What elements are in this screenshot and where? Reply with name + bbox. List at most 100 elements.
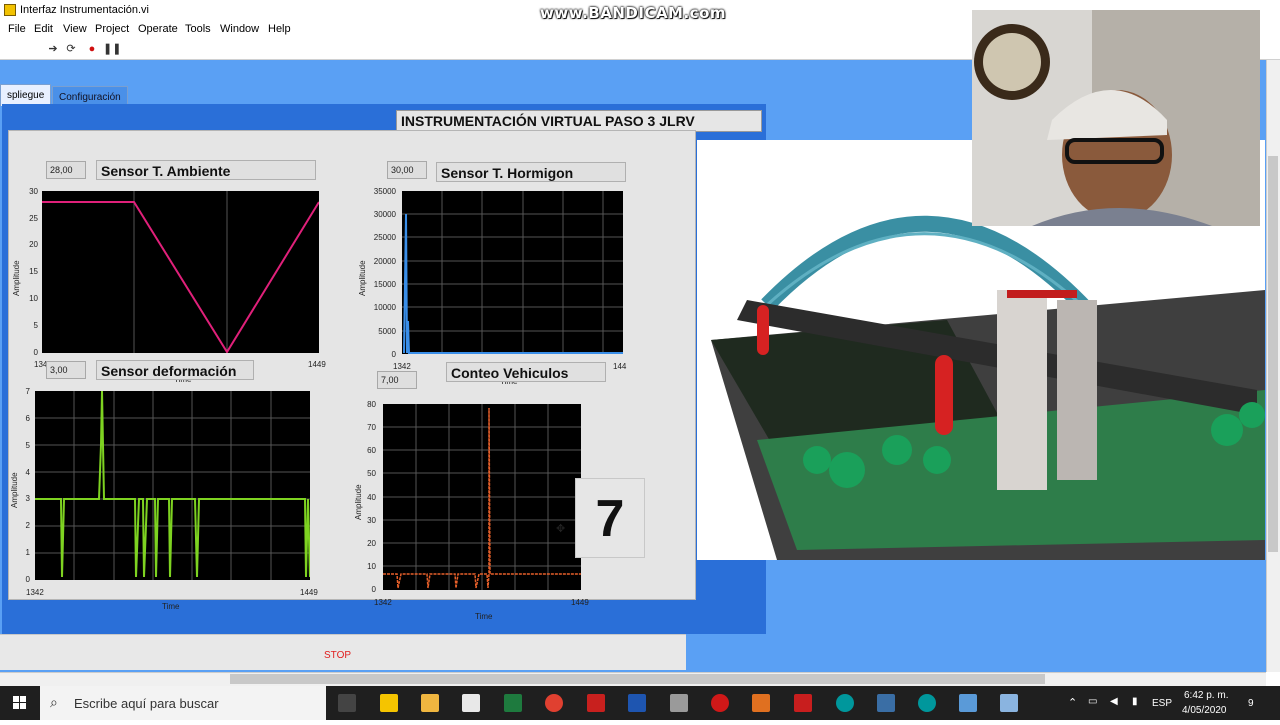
chrome-icon[interactable] [545, 694, 563, 712]
app-icon[interactable] [1000, 694, 1018, 712]
deformacion-ytick: 1 [25, 548, 30, 557]
menu-window[interactable]: Window [220, 23, 259, 35]
ambiente-ytick: 5 [33, 321, 38, 330]
vehicle-counter-display: 7 [575, 478, 645, 558]
stop-button[interactable]: STOP [324, 650, 351, 661]
deformacion-ytick: 3 [25, 494, 30, 503]
menu-edit[interactable]: Edit [34, 23, 53, 35]
deformacion-xend: 1449 [300, 588, 318, 597]
tab-despliegue[interactable]: spliegue [0, 84, 52, 106]
hormigon-ytick: 10000 [373, 303, 396, 312]
hormigon-title: Sensor T. Hormigon [436, 162, 626, 182]
hormigon-ytick: 20000 [373, 257, 396, 266]
clock-date[interactable]: 4/05/2020 [1182, 705, 1227, 716]
abort-stop-icon[interactable]: ● [85, 42, 99, 56]
deformacion-ytick: 5 [25, 441, 30, 450]
vehiculos-title: Conteo Vehiculos [446, 362, 606, 382]
deformacion-title: Sensor deformación [96, 360, 254, 380]
menu-project[interactable]: Project [95, 23, 129, 35]
vehiculos-ytick: 80 [367, 400, 376, 409]
webcam-overlay [972, 10, 1260, 226]
ambiente-ytick: 30 [29, 187, 38, 196]
autocad-icon[interactable] [794, 694, 812, 712]
ambiente-plot-svg [42, 191, 319, 353]
deformacion-value: 3,00 [46, 361, 86, 379]
pause-icon[interactable]: ❚❚ [103, 42, 121, 56]
vehiculos-plot-svg [383, 404, 581, 590]
menu-operate[interactable]: Operate [138, 23, 178, 35]
search-placeholder: Escribe aquí para buscar [74, 696, 219, 711]
app-icon[interactable] [670, 694, 688, 712]
ambiente-xend: 1449 [308, 360, 326, 369]
clock-time[interactable]: 6:42 p. m. [1184, 690, 1228, 701]
run-arrow-icon[interactable]: ➔ [46, 42, 60, 56]
task-view-icon[interactable] [338, 694, 356, 712]
notifications-count[interactable]: 9 [1248, 698, 1254, 709]
start-button[interactable] [0, 686, 40, 720]
arduino-icon[interactable] [918, 694, 936, 712]
volume-icon[interactable]: ◀ [1110, 696, 1118, 707]
bandicam-app-icon[interactable] [380, 694, 398, 712]
hormigon-ytick: 0 [391, 350, 396, 359]
arduino-icon[interactable] [836, 694, 854, 712]
vehiculos-ytick: 30 [367, 516, 376, 525]
panel-banner: INSTRUMENTACIÓN VIRTUAL PASO 3 JLRV [396, 110, 762, 132]
labview-vi-icon [4, 4, 16, 16]
language-indicator[interactable]: ESP [1152, 698, 1172, 709]
excel-icon[interactable] [504, 694, 522, 712]
app-icon[interactable] [959, 694, 977, 712]
menu-file[interactable]: File [8, 23, 26, 35]
vehiculos-ytick: 40 [367, 493, 376, 502]
vehiculos-ytick: 10 [367, 562, 376, 571]
deformacion-plot-svg [35, 391, 310, 580]
horizontal-scroll-thumb[interactable] [230, 674, 1045, 684]
record-app-icon[interactable] [711, 694, 729, 712]
ambiente-ytick: 20 [29, 240, 38, 249]
tray-chevron-icon[interactable]: ⌃ [1068, 696, 1077, 709]
vehiculos-plot [383, 404, 581, 590]
window-title: Interfaz Instrumentación.vi [20, 4, 150, 16]
matlab-icon[interactable] [752, 694, 770, 712]
vertical-scroll-thumb[interactable] [1268, 156, 1278, 552]
menu-tools[interactable]: Tools [185, 23, 211, 35]
vehiculos-xlabel: Time [475, 612, 493, 621]
hormigon-ytick: 25000 [373, 233, 396, 242]
hormigon-plot [402, 191, 623, 354]
vehiculos-ytick: 50 [367, 469, 376, 478]
ambiente-title: Sensor T. Ambiente [96, 160, 316, 180]
deformacion-plot [35, 391, 310, 580]
hormigon-xend: 144 [613, 362, 627, 371]
vehiculos-ytick: 0 [371, 585, 376, 594]
deformacion-ytick: 2 [25, 521, 30, 530]
network-icon[interactable]: ▭ [1088, 696, 1097, 707]
deformacion-ytick: 6 [25, 414, 30, 423]
run-continuously-icon[interactable]: ⟳ [64, 42, 78, 56]
store-icon[interactable] [462, 694, 480, 712]
search-icon: ⌕ [50, 694, 58, 710]
vehiculos-ytick: 60 [367, 446, 376, 455]
ambiente-ylabel: Amplitude [12, 260, 21, 296]
mouse-cursor-icon: ✥ [556, 523, 566, 535]
vehiculos-ylabel: Amplitude [354, 484, 363, 520]
ambiente-value: 28,00 [46, 161, 86, 179]
deformacion-xlabel: Time [162, 602, 180, 611]
menu-help[interactable]: Help [268, 23, 291, 35]
battery-icon[interactable]: ▮ [1132, 696, 1138, 707]
deformacion-ytick: 4 [25, 468, 30, 477]
vehiculos-value: 7,00 [377, 371, 417, 389]
hormigon-ytick: 15000 [373, 280, 396, 289]
file-explorer-icon[interactable] [421, 694, 439, 712]
acrobat-icon[interactable] [587, 694, 605, 712]
word-icon[interactable] [628, 694, 646, 712]
ambiente-ytick: 10 [29, 294, 38, 303]
hormigon-xstart: 1342 [393, 362, 411, 371]
ambiente-trace [42, 201, 319, 353]
menu-view[interactable]: View [63, 23, 87, 35]
vehiculos-ytick: 20 [367, 539, 376, 548]
deformacion-trace [35, 391, 310, 578]
app-icon[interactable] [877, 694, 895, 712]
hormigon-ytick: 5000 [378, 327, 396, 336]
vehiculos-ytick: 70 [367, 423, 376, 432]
taskbar-search-box[interactable]: ⌕ Escribe aquí para buscar [40, 686, 326, 720]
hormigon-plot-svg [402, 191, 623, 354]
